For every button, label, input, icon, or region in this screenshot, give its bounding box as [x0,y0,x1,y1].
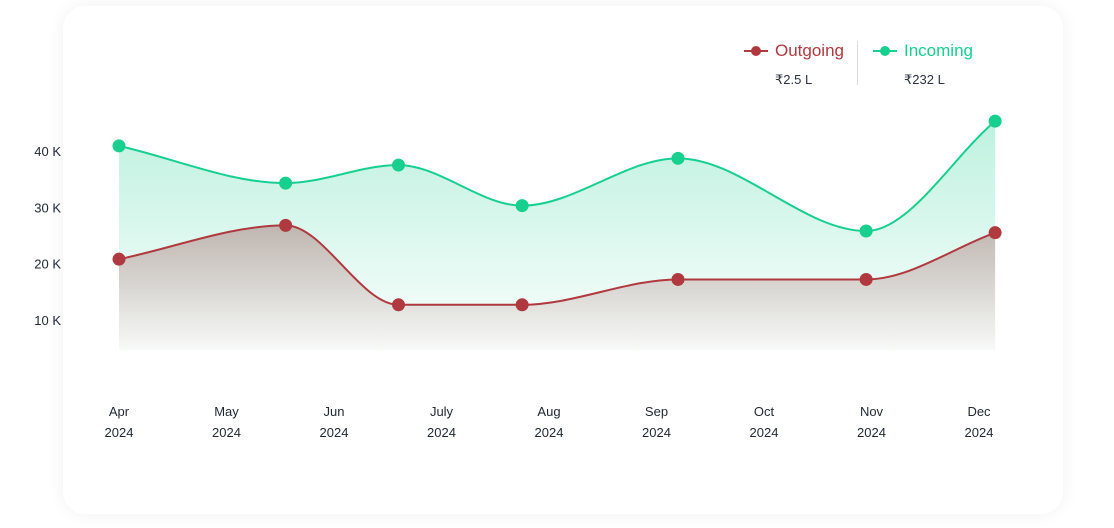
x-tick-year-label: 2024 [750,425,779,440]
x-tick-label: Nov [860,404,884,419]
incoming-point-6[interactable] [988,114,1002,128]
incoming-legend-marker [873,46,897,56]
outgoing-point-6[interactable] [988,226,1002,240]
x-tick-label: Oct [754,404,775,419]
x-tick-label: Aug [537,404,560,419]
outgoing-point-1[interactable] [279,218,293,232]
outgoing-point-4[interactable] [671,272,685,286]
legend-item-outgoing[interactable]: Outgoing ₹2.5 L [744,40,857,88]
x-tick-year-label: 2024 [642,425,671,440]
x-tick-year-label: 2024 [105,425,134,440]
outgoing-point-5[interactable] [859,272,873,286]
y-tick-label: 10 K [34,313,61,328]
outgoing-legend-marker [744,46,768,56]
incoming-point-3[interactable] [515,199,529,213]
incoming-point-0[interactable] [112,139,126,153]
x-tick-label: Apr [109,404,130,419]
chart-legend: Outgoing ₹2.5 L Incoming ₹232 L [744,40,993,88]
x-tick-year-label: 2024 [535,425,564,440]
legend-item-incoming[interactable]: Incoming ₹232 L [858,40,993,88]
x-tick-label: Sep [645,404,668,419]
x-tick-year-label: 2024 [857,425,886,440]
x-tick-label: Jun [324,404,345,419]
outgoing-point-2[interactable] [392,298,405,312]
x-tick-label: July [430,404,454,419]
outgoing-total-value: ₹2.5 L [775,72,813,87]
incoming-point-1[interactable] [279,176,293,190]
incoming-total-value: ₹232 L [904,72,945,87]
incoming-legend-label: Incoming [904,41,973,60]
y-tick-label: 20 K [34,257,61,272]
incoming-point-5[interactable] [859,224,873,238]
outgoing-point-0[interactable] [112,252,126,266]
y-tick-label: 30 K [34,200,61,215]
x-tick-label: May [214,404,239,419]
outgoing-legend-label: Outgoing [775,41,844,60]
x-tick-year-label: 2024 [427,425,456,440]
x-tick-label: Dec [967,404,991,419]
y-axis: 10 K 20 K 30 K 40 K [34,144,61,328]
y-tick-label: 40 K [34,144,61,159]
incoming-point-4[interactable] [671,151,685,165]
outgoing-point-3[interactable] [515,298,529,312]
incoming-point-2[interactable] [392,158,405,172]
x-tick-year-label: 2024 [320,425,349,440]
x-axis: Apr 2024 May 2024 Jun 2024 July 2024 Aug 2024 Sep 2… [105,404,994,440]
x-tick-year-label: 2024 [212,425,241,440]
x-tick-year-label: 2024 [965,425,994,440]
